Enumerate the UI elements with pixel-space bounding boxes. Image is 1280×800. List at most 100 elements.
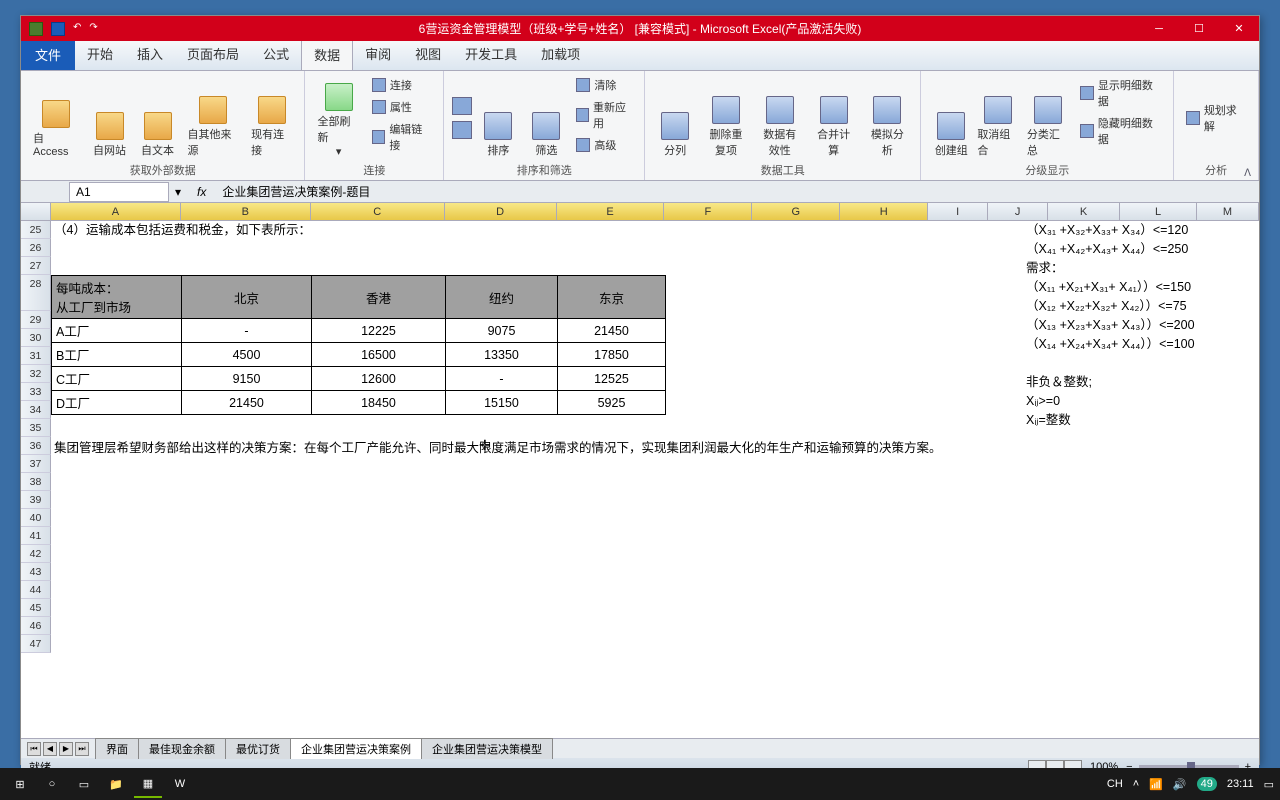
row-header-33[interactable]: 33 xyxy=(21,383,51,401)
ribbon-自 Access[interactable]: 自 Access xyxy=(29,75,84,160)
sheet-tab-1[interactable]: 最佳现金余额 xyxy=(138,738,226,759)
col-header-A[interactable]: A xyxy=(51,203,181,220)
advanced-button[interactable]: 高级 xyxy=(572,135,636,155)
tab-nav-last[interactable]: ⏭ xyxy=(75,742,89,756)
col-header-B[interactable]: B xyxy=(181,203,311,220)
col-header-E[interactable]: E xyxy=(557,203,665,220)
solver-button[interactable]: 规划求解 xyxy=(1182,75,1250,160)
ribbon-创建组[interactable]: 创建组 xyxy=(929,75,973,160)
tab-nav-next[interactable]: ▶ xyxy=(59,742,73,756)
ribbon-分类汇总[interactable]: 分类汇总 xyxy=(1023,75,1073,160)
fx-icon[interactable]: fx xyxy=(187,185,216,199)
collapse-ribbon-button[interactable]: ᐱ xyxy=(1244,168,1251,179)
network-icon[interactable]: 📶 xyxy=(1149,778,1163,791)
excel-taskbar-icon[interactable]: ▦ xyxy=(134,770,162,798)
row-header-40[interactable]: 40 xyxy=(21,509,51,527)
sort-az-icon[interactable] xyxy=(452,97,472,115)
ribbon-取消组合[interactable]: 取消组合 xyxy=(973,75,1023,160)
file-tab[interactable]: 文件 xyxy=(21,39,75,70)
row-header-26[interactable]: 26 xyxy=(21,239,51,257)
minimize-button[interactable]: ─ xyxy=(1139,19,1179,39)
col-header-G[interactable]: G xyxy=(752,203,840,220)
sheet-tab-3[interactable]: 企业集团营运决策案例 xyxy=(290,738,422,759)
tray-up-icon[interactable]: ˄ xyxy=(1133,778,1139,790)
menu-开发工具[interactable]: 开发工具 xyxy=(453,38,529,70)
row-header-32[interactable]: 32 xyxy=(21,365,51,383)
ribbon-编辑链接[interactable]: 编辑链接 xyxy=(368,119,435,155)
menu-插入[interactable]: 插入 xyxy=(125,38,175,70)
row-header-35[interactable]: 35 xyxy=(21,419,51,437)
menu-视图[interactable]: 视图 xyxy=(403,38,453,70)
row-header-43[interactable]: 43 xyxy=(21,563,51,581)
row-header-37[interactable]: 37 xyxy=(21,455,51,473)
row-header-29[interactable]: 29 xyxy=(21,311,51,329)
row-header-25[interactable]: 25 xyxy=(21,221,51,239)
volume-icon[interactable]: 🔊 xyxy=(1173,778,1187,791)
name-box[interactable]: A1 xyxy=(69,182,169,202)
row-header-36[interactable]: 36 xyxy=(21,437,51,455)
row-header-38[interactable]: 38 xyxy=(21,473,51,491)
sheet-tab-2[interactable]: 最优订货 xyxy=(225,738,291,759)
ribbon-自其他来源[interactable]: 自其他来源 xyxy=(184,75,244,160)
row-header-45[interactable]: 45 xyxy=(21,599,51,617)
row-header-41[interactable]: 41 xyxy=(21,527,51,545)
filter-button[interactable]: 筛选 xyxy=(524,75,568,160)
clock[interactable]: 23:11 xyxy=(1227,778,1254,790)
battery-indicator[interactable]: 49 xyxy=(1197,777,1217,791)
ribbon-自文本[interactable]: 自文本 xyxy=(136,75,180,160)
clear-button[interactable]: 清除 xyxy=(572,75,636,95)
col-header-M[interactable]: M xyxy=(1197,203,1259,220)
maximize-button[interactable]: ☐ xyxy=(1179,19,1219,39)
ribbon-删除重复项[interactable]: 删除重复项 xyxy=(701,75,751,160)
row-header-46[interactable]: 46 xyxy=(21,617,51,635)
row-header-30[interactable]: 30 xyxy=(21,329,51,347)
start-button[interactable]: ⊞ xyxy=(6,770,34,798)
col-header-F[interactable]: F xyxy=(664,203,752,220)
col-header-K[interactable]: K xyxy=(1048,203,1120,220)
col-header-I[interactable]: I xyxy=(928,203,988,220)
menu-公式[interactable]: 公式 xyxy=(251,38,301,70)
sort-button[interactable]: 排序 xyxy=(476,75,520,160)
row-header-27[interactable]: 27 xyxy=(21,257,51,275)
qat-redo-icon[interactable]: ↷ xyxy=(89,22,97,36)
ribbon-模拟分析[interactable]: 模拟分析 xyxy=(862,75,912,160)
menu-加载项[interactable]: 加载项 xyxy=(529,38,592,70)
tab-nav-first[interactable]: ⏮ xyxy=(27,742,41,756)
sort-za-icon[interactable] xyxy=(452,121,472,139)
ribbon-数据有效性[interactable]: 数据有效性 xyxy=(755,75,805,160)
col-header-L[interactable]: L xyxy=(1120,203,1197,220)
sheet-tab-0[interactable]: 界面 xyxy=(95,738,139,759)
row-header-47[interactable]: 47 xyxy=(21,635,51,653)
ribbon-现有连接[interactable]: 现有连接 xyxy=(247,75,296,160)
cells-grid[interactable]: （4）运输成本包括运费和税金，如下表所示： 每吨成本：从工厂到市场 北京香港纽约… xyxy=(51,221,1259,653)
folder-icon[interactable]: 📁 xyxy=(102,770,130,798)
word-taskbar-icon[interactable]: W xyxy=(166,770,194,798)
row-header-34[interactable]: 34 xyxy=(21,401,51,419)
menu-数据[interactable]: 数据 xyxy=(301,38,353,70)
hide-detail-button[interactable]: 隐藏明细数据 xyxy=(1076,113,1165,149)
ribbon-合并计算[interactable]: 合并计算 xyxy=(809,75,859,160)
ribbon-属性[interactable]: 属性 xyxy=(368,97,435,117)
menu-页面布局[interactable]: 页面布局 xyxy=(175,38,251,70)
col-header-J[interactable]: J xyxy=(988,203,1048,220)
row-header-39[interactable]: 39 xyxy=(21,491,51,509)
ribbon-分列[interactable]: 分列 xyxy=(653,75,697,160)
taskview-icon[interactable]: ▭ xyxy=(70,770,98,798)
tab-nav-prev[interactable]: ◀ xyxy=(43,742,57,756)
ribbon-自网站[interactable]: 自网站 xyxy=(88,75,132,160)
col-header-D[interactable]: D xyxy=(445,203,557,220)
reapply-button[interactable]: 重新应用 xyxy=(572,97,636,133)
qat-save-icon[interactable] xyxy=(51,22,65,36)
row-header-42[interactable]: 42 xyxy=(21,545,51,563)
row-header-28[interactable]: 28 xyxy=(21,275,51,311)
refresh-all-button[interactable]: 全部刷新▾ xyxy=(313,75,363,160)
row-header-44[interactable]: 44 xyxy=(21,581,51,599)
show-detail-button[interactable]: 显示明细数据 xyxy=(1076,75,1165,111)
notifications-icon[interactable]: ▭ xyxy=(1264,778,1274,791)
close-button[interactable]: ✕ xyxy=(1219,19,1259,39)
sheet-tab-4[interactable]: 企业集团营运决策模型 xyxy=(421,738,553,759)
ribbon-连接[interactable]: 连接 xyxy=(368,75,435,95)
qat-undo-icon[interactable]: ↶ xyxy=(73,22,81,36)
formula-input[interactable]: 企业集团营运决策案例-题目 xyxy=(216,181,1259,202)
cortana-icon[interactable]: ○ xyxy=(38,770,66,798)
